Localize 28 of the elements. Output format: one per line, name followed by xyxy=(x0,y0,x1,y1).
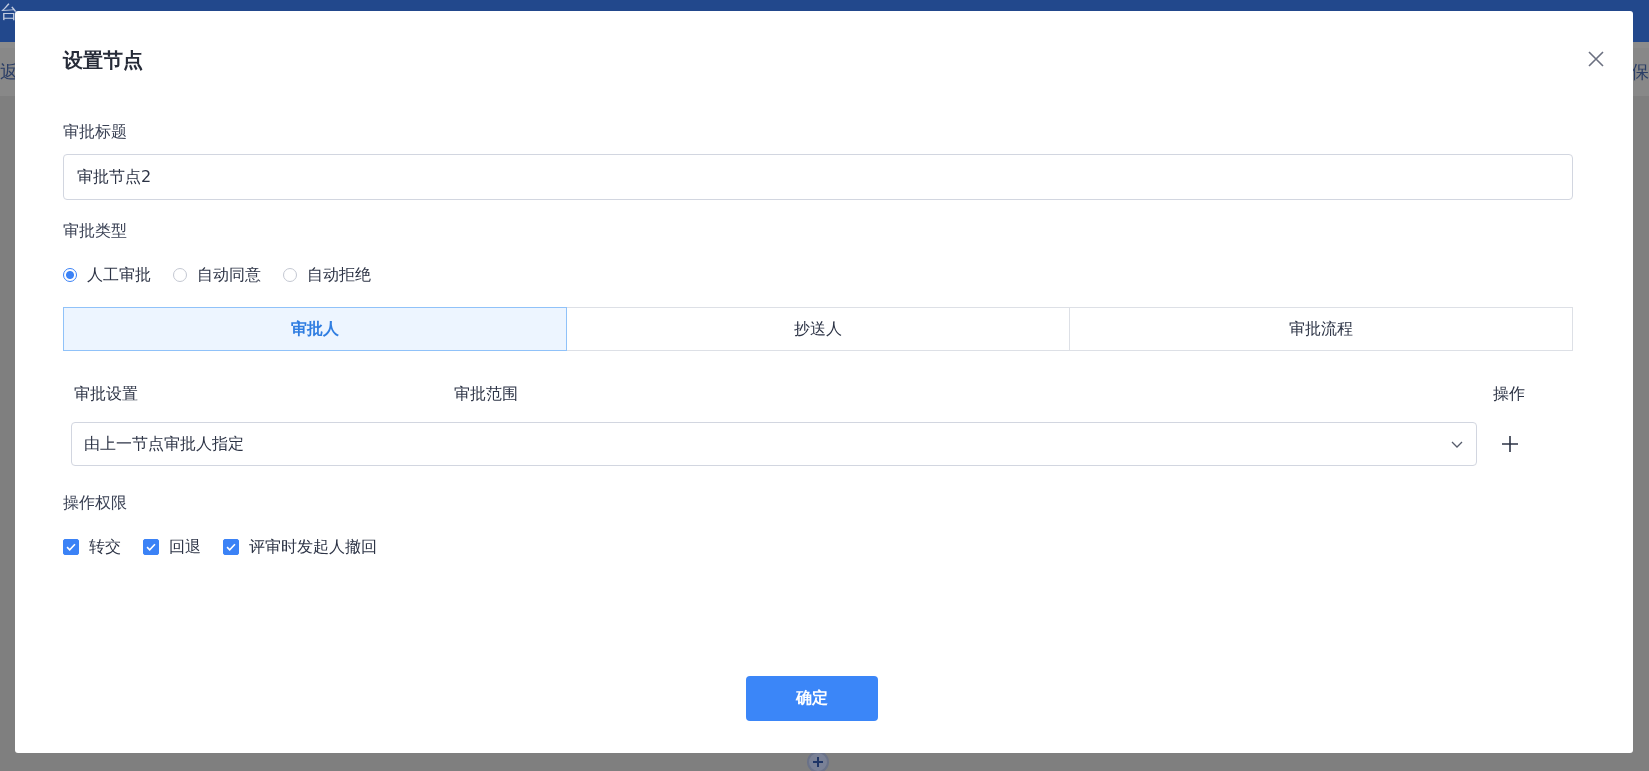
column-header: 审批设置 xyxy=(74,384,139,405)
radio-button[interactable] xyxy=(283,268,297,282)
radio-label: 人工审批 xyxy=(87,264,151,286)
add-icon[interactable] xyxy=(1501,435,1519,453)
column-header: 操作 xyxy=(1493,384,1525,405)
radio-label: 自动同意 xyxy=(197,264,261,286)
checkbox[interactable] xyxy=(143,539,159,555)
tab[interactable]: 审批流程 xyxy=(1069,307,1573,351)
breadcrumb-text: 台 xyxy=(0,0,18,24)
radio-button[interactable] xyxy=(173,268,187,282)
field-label: 操作权限 xyxy=(63,492,128,514)
checkbox-label: 评审时发起人撤回 xyxy=(249,536,377,558)
radio-label: 自动拒绝 xyxy=(307,264,371,286)
checkbox-label: 转交 xyxy=(89,536,121,558)
column-header: 审批范围 xyxy=(454,384,519,405)
field-label: 审批类型 xyxy=(63,220,128,242)
approver-select[interactable]: 由上一节点审批人指定 xyxy=(71,422,1477,466)
tab[interactable]: 抄送人 xyxy=(566,307,1070,351)
field-label: 审批标题 xyxy=(63,121,128,143)
tab[interactable]: 审批人 xyxy=(63,307,567,351)
radio-button[interactable] xyxy=(63,268,77,282)
checkbox[interactable] xyxy=(223,539,239,555)
checkbox-label: 回退 xyxy=(169,536,201,558)
checkbox[interactable] xyxy=(63,539,79,555)
confirm-button[interactable]: 确定 xyxy=(746,676,878,721)
dialog-title: 设置节点 xyxy=(63,47,144,74)
title-input-field[interactable]: 审批节点2 xyxy=(63,154,1573,200)
close-icon[interactable] xyxy=(1586,49,1606,69)
